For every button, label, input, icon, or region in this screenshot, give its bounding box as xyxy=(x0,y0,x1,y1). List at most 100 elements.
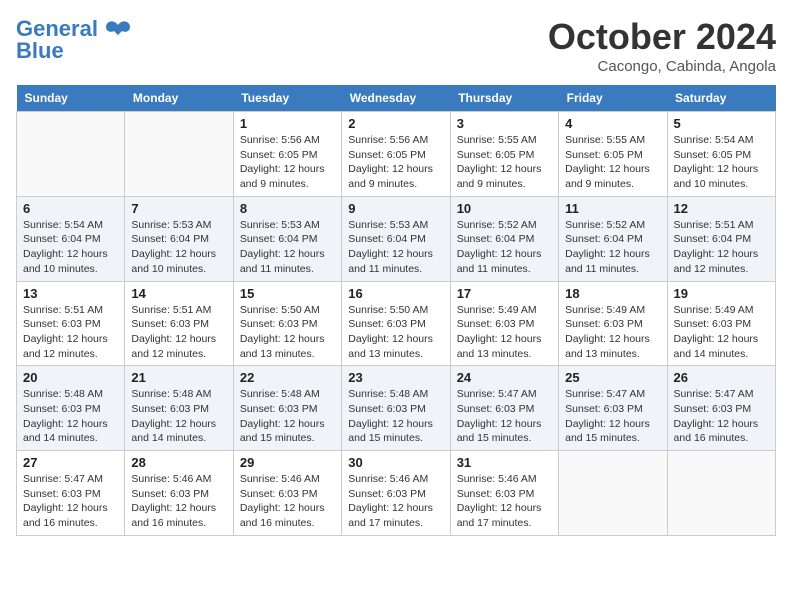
calendar-cell: 4 Sunrise: 5:55 AMSunset: 6:05 PMDaylight… xyxy=(559,112,667,197)
day-info: Sunrise: 5:47 AMSunset: 6:03 PMDaylight:… xyxy=(457,387,552,446)
calendar-cell: 9 Sunrise: 5:53 AMSunset: 6:04 PMDaylight… xyxy=(342,196,450,281)
day-number: 14 xyxy=(131,286,226,301)
day-number: 16 xyxy=(348,286,443,301)
day-info: Sunrise: 5:51 AMSunset: 6:03 PMDaylight:… xyxy=(131,303,226,362)
calendar-cell xyxy=(125,112,233,197)
day-info: Sunrise: 5:49 AMSunset: 6:03 PMDaylight:… xyxy=(457,303,552,362)
calendar-cell: 16Sunrise: 5:50 AMSunset: 6:03 PMDayligh… xyxy=(342,281,450,366)
col-friday: Friday xyxy=(559,85,667,112)
col-monday: Monday xyxy=(125,85,233,112)
col-thursday: Thursday xyxy=(450,85,558,112)
calendar-cell: 1Sunrise: 5:56 AMSunset: 6:05 PMDaylight… xyxy=(233,112,341,197)
day-number: 9 xyxy=(348,201,443,216)
day-number: 31 xyxy=(457,455,552,470)
calendar-cell: 24 Sunrise: 5:47 AMSunset: 6:03 PMDayligh… xyxy=(450,366,558,451)
day-number: 8 xyxy=(240,201,335,216)
day-info: Sunrise: 5:49 AMSunset: 6:03 PMDaylight:… xyxy=(674,303,769,362)
calendar-cell: 12Sunrise: 5:51 AMSunset: 6:04 PMDayligh… xyxy=(667,196,775,281)
day-number: 12 xyxy=(674,201,769,216)
logo-blue-text: Blue xyxy=(16,38,64,64)
day-number: 26 xyxy=(674,370,769,385)
calendar-cell: 29 Sunrise: 5:46 AMSunset: 6:03 PMDayligh… xyxy=(233,451,341,536)
calendar-cell: 2 Sunrise: 5:56 AMSunset: 6:05 PMDaylight… xyxy=(342,112,450,197)
calendar-cell: 31Sunrise: 5:46 AMSunset: 6:03 PMDayligh… xyxy=(450,451,558,536)
day-number: 4 xyxy=(565,116,660,131)
day-number: 30 xyxy=(348,455,443,470)
col-sunday: Sunday xyxy=(17,85,125,112)
calendar-cell: 27 Sunrise: 5:47 AMSunset: 6:03 PMDayligh… xyxy=(17,451,125,536)
calendar-cell: 11 Sunrise: 5:52 AMSunset: 6:04 PMDayligh… xyxy=(559,196,667,281)
calendar-cell: 22 Sunrise: 5:48 AMSunset: 6:03 PMDayligh… xyxy=(233,366,341,451)
calendar-cell: 25Sunrise: 5:47 AMSunset: 6:03 PMDayligh… xyxy=(559,366,667,451)
day-number: 19 xyxy=(674,286,769,301)
day-info: Sunrise: 5:55 AMSunset: 6:05 PMDaylight:… xyxy=(565,133,660,192)
logo: General Blue xyxy=(16,16,132,64)
day-number: 29 xyxy=(240,455,335,470)
day-info: Sunrise: 5:53 AMSunset: 6:04 PMDaylight:… xyxy=(131,218,226,277)
day-info: Sunrise: 5:46 AMSunset: 6:03 PMDaylight:… xyxy=(348,472,443,531)
day-info: Sunrise: 5:46 AMSunset: 6:03 PMDaylight:… xyxy=(240,472,335,531)
calendar-cell: 10Sunrise: 5:52 AMSunset: 6:04 PMDayligh… xyxy=(450,196,558,281)
calendar-cell: 3Sunrise: 5:55 AMSunset: 6:05 PMDaylight… xyxy=(450,112,558,197)
day-number: 17 xyxy=(457,286,552,301)
calendar-cell xyxy=(17,112,125,197)
title-block: October 2024 Cacongo, Cabinda, Angola xyxy=(548,16,776,75)
day-number: 5 xyxy=(674,116,769,131)
calendar-week-3: 13 Sunrise: 5:51 AMSunset: 6:03 PMDayligh… xyxy=(17,281,776,366)
day-number: 2 xyxy=(348,116,443,131)
day-number: 15 xyxy=(240,286,335,301)
day-info: Sunrise: 5:52 AMSunset: 6:04 PMDaylight:… xyxy=(457,218,552,277)
day-info: Sunrise: 5:48 AMSunset: 6:03 PMDaylight:… xyxy=(23,387,118,446)
calendar-cell: 7Sunrise: 5:53 AMSunset: 6:04 PMDaylight… xyxy=(125,196,233,281)
day-number: 23 xyxy=(348,370,443,385)
calendar-week-4: 20 Sunrise: 5:48 AMSunset: 6:03 PMDayligh… xyxy=(17,366,776,451)
calendar-cell: 5Sunrise: 5:54 AMSunset: 6:05 PMDaylight… xyxy=(667,112,775,197)
day-number: 27 xyxy=(23,455,118,470)
day-info: Sunrise: 5:52 AMSunset: 6:04 PMDaylight:… xyxy=(565,218,660,277)
calendar-cell: 26 Sunrise: 5:47 AMSunset: 6:03 PMDayligh… xyxy=(667,366,775,451)
col-saturday: Saturday xyxy=(667,85,775,112)
calendar-cell: 30 Sunrise: 5:46 AMSunset: 6:03 PMDayligh… xyxy=(342,451,450,536)
day-info: Sunrise: 5:53 AMSunset: 6:04 PMDaylight:… xyxy=(240,218,335,277)
day-number: 18 xyxy=(565,286,660,301)
day-number: 25 xyxy=(565,370,660,385)
page-header: General Blue October 2024 Cacongo, Cabin… xyxy=(16,16,776,75)
day-number: 20 xyxy=(23,370,118,385)
day-number: 6 xyxy=(23,201,118,216)
day-info: Sunrise: 5:51 AMSunset: 6:03 PMDaylight:… xyxy=(23,303,118,362)
calendar-cell: 17 Sunrise: 5:49 AMSunset: 6:03 PMDayligh… xyxy=(450,281,558,366)
calendar-cell: 15 Sunrise: 5:50 AMSunset: 6:03 PMDayligh… xyxy=(233,281,341,366)
month-title: October 2024 xyxy=(548,16,776,58)
day-number: 11 xyxy=(565,201,660,216)
calendar-cell: 23 Sunrise: 5:48 AMSunset: 6:03 PMDayligh… xyxy=(342,366,450,451)
calendar-cell: 8 Sunrise: 5:53 AMSunset: 6:04 PMDaylight… xyxy=(233,196,341,281)
day-number: 3 xyxy=(457,116,552,131)
day-info: Sunrise: 5:56 AMSunset: 6:05 PMDaylight:… xyxy=(348,133,443,192)
location-text: Cacongo, Cabinda, Angola xyxy=(548,58,776,75)
day-info: Sunrise: 5:47 AMSunset: 6:03 PMDaylight:… xyxy=(674,387,769,446)
calendar-week-2: 6Sunrise: 5:54 AMSunset: 6:04 PMDaylight… xyxy=(17,196,776,281)
day-number: 13 xyxy=(23,286,118,301)
day-info: Sunrise: 5:47 AMSunset: 6:03 PMDaylight:… xyxy=(23,472,118,531)
col-tuesday: Tuesday xyxy=(233,85,341,112)
day-info: Sunrise: 5:50 AMSunset: 6:03 PMDaylight:… xyxy=(240,303,335,362)
calendar-cell: 18 Sunrise: 5:49 AMSunset: 6:03 PMDayligh… xyxy=(559,281,667,366)
day-number: 1 xyxy=(240,116,335,131)
day-info: Sunrise: 5:48 AMSunset: 6:03 PMDaylight:… xyxy=(240,387,335,446)
calendar-week-5: 27 Sunrise: 5:47 AMSunset: 6:03 PMDayligh… xyxy=(17,451,776,536)
calendar-cell xyxy=(559,451,667,536)
col-wednesday: Wednesday xyxy=(342,85,450,112)
day-number: 22 xyxy=(240,370,335,385)
calendar-cell: 28Sunrise: 5:46 AMSunset: 6:03 PMDayligh… xyxy=(125,451,233,536)
day-number: 21 xyxy=(131,370,226,385)
calendar-week-1: 1 Sunrise: 5:56 AMSunset: 6:05 PMDaylight… xyxy=(17,112,776,197)
day-info: Sunrise: 5:49 AMSunset: 6:03 PMDaylight:… xyxy=(565,303,660,362)
day-number: 24 xyxy=(457,370,552,385)
calendar-cell: 14 Sunrise: 5:51 AMSunset: 6:03 PMDayligh… xyxy=(125,281,233,366)
calendar-body: 1 Sunrise: 5:56 AMSunset: 6:05 PMDaylight… xyxy=(17,112,776,536)
calendar-cell: 6Sunrise: 5:54 AMSunset: 6:04 PMDaylight… xyxy=(17,196,125,281)
calendar-table: Sunday Monday Tuesday Wednesday Thursday… xyxy=(16,85,776,536)
day-info: Sunrise: 5:46 AMSunset: 6:03 PMDaylight:… xyxy=(131,472,226,531)
day-info: Sunrise: 5:53 AMSunset: 6:04 PMDaylight:… xyxy=(348,218,443,277)
day-info: Sunrise: 5:48 AMSunset: 6:03 PMDaylight:… xyxy=(348,387,443,446)
